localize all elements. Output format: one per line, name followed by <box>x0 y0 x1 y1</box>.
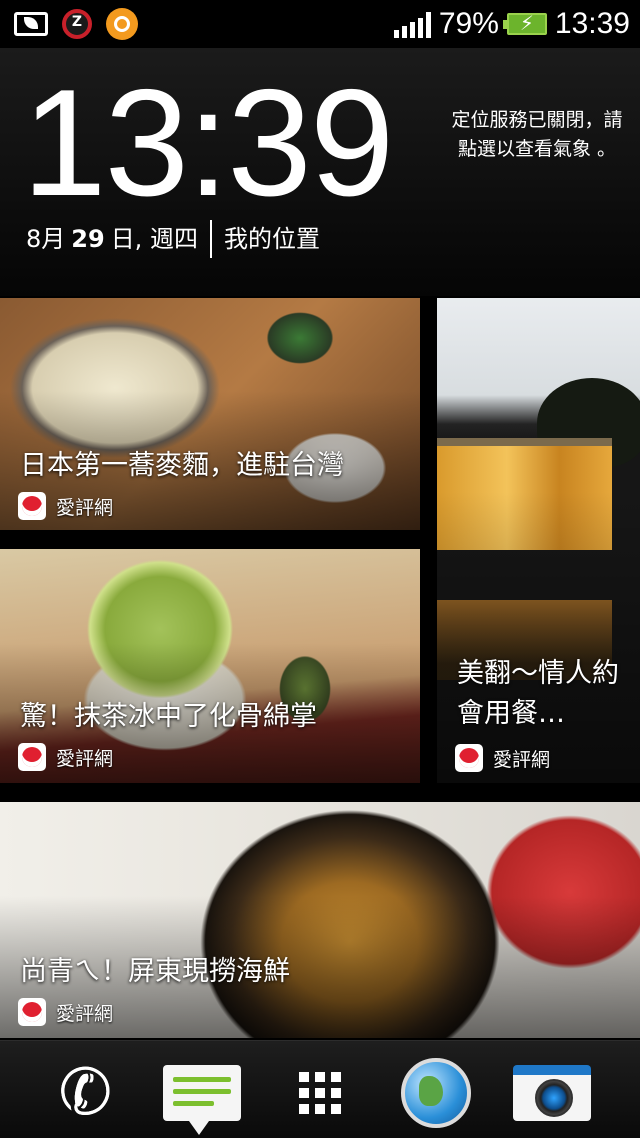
all-apps-button[interactable] <box>280 1055 360 1131</box>
messages-icon <box>163 1065 241 1135</box>
system-icons: 79% ⚡ 13:39 <box>393 6 630 42</box>
camera-icon <box>513 1065 591 1121</box>
ipeen-logo-icon <box>18 492 46 520</box>
tile-source: 愛評網 <box>18 998 113 1026</box>
feed-tile-sea-urchin[interactable]: 尚青ㄟ！屏東現撈海鮮 愛評網 <box>0 802 640 1038</box>
tile-source-label: 愛評網 <box>493 748 551 771</box>
tile-title: 日本第一蕎麥麵，進駐台灣 <box>20 450 344 481</box>
ipeen-logo-icon <box>18 743 46 771</box>
date-location-row: 8月 29 日, 週四 我的位置 <box>26 220 320 258</box>
messages-button[interactable] <box>162 1055 242 1135</box>
location-label[interactable]: 我的位置 <box>224 220 320 258</box>
browser-button[interactable] <box>396 1055 476 1131</box>
tile-shade <box>437 492 640 783</box>
feed-tile-soba[interactable]: 日本第一蕎麥麵，進駐台灣 愛評網 <box>0 298 420 530</box>
tile-title: 驚！抹茶冰中了化骨綿掌 <box>20 701 317 732</box>
tile-source-label: 愛評網 <box>56 1002 114 1025</box>
tile-source: 愛評網 <box>18 743 113 771</box>
browser-icon <box>401 1058 471 1128</box>
battery-charging-icon: ⚡ <box>502 11 547 35</box>
clock-weather-widget[interactable]: 13:39 定位服務已關閉，請點選以查看氣象 。 8月 29 日, 週四 我的位… <box>0 48 640 296</box>
battery-saver-icon <box>14 12 48 36</box>
battery-percent: 79% <box>438 7 499 40</box>
tile-title: 尚青ㄟ！屏東現撈海鮮 <box>20 956 290 987</box>
tile-title: 美翻～情人約會用餐… <box>457 658 619 729</box>
orange-app-icon <box>106 8 138 40</box>
feed-tile-matcha-ice[interactable]: 驚！抹茶冰中了化骨綿掌 愛評網 <box>0 549 420 783</box>
date-day: 29 <box>71 225 105 253</box>
feed-tile-lovers-dinner[interactable]: 美翻～情人約會用餐… 愛評網 <box>437 298 640 783</box>
clock-time[interactable]: 13:39 <box>22 58 394 228</box>
date-divider <box>209 220 212 258</box>
signal-icon <box>393 10 431 38</box>
tile-source-label: 愛評網 <box>56 496 114 519</box>
all-apps-icon <box>299 1072 341 1114</box>
phone-icon: ✆ <box>53 1051 119 1135</box>
tile-source-label: 愛評網 <box>56 747 114 770</box>
alarm-z-icon: Z <box>62 9 92 39</box>
status-bar[interactable]: Z 79% ⚡ 13:39 <box>0 0 640 48</box>
tile-source: 愛評網 <box>18 492 113 520</box>
ipeen-logo-icon <box>18 998 46 1026</box>
camera-button[interactable] <box>512 1055 592 1131</box>
ipeen-logo-icon <box>455 744 483 772</box>
weather-message[interactable]: 定位服務已關閉，請點選以查看氣象 。 <box>444 106 630 164</box>
app-dock: ✆ <box>0 1040 640 1138</box>
tile-source: 愛評網 <box>455 744 550 772</box>
date-month: 8月 <box>26 225 66 253</box>
status-time: 13:39 <box>554 7 630 40</box>
notification-icons: Z <box>14 8 138 40</box>
date-weekday: 日, 週四 <box>110 225 198 253</box>
phone-button[interactable]: ✆ <box>46 1051 126 1135</box>
